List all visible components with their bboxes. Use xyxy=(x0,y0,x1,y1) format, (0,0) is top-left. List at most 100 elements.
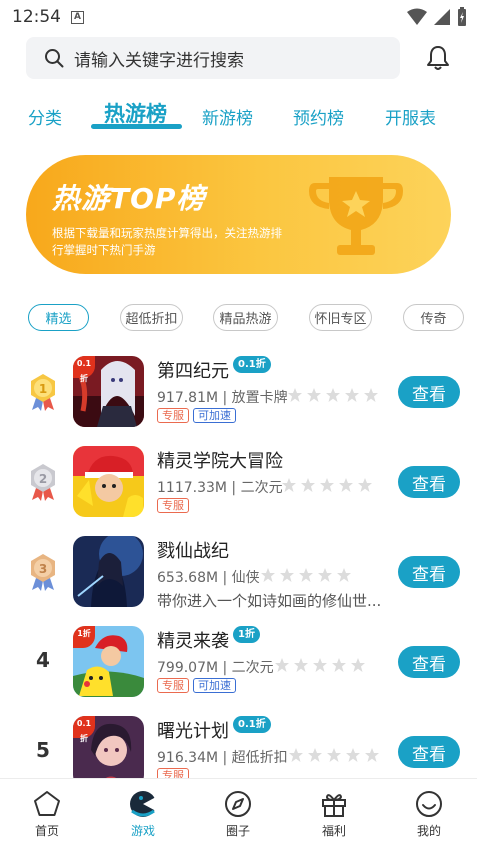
game-pacman-icon xyxy=(130,791,156,817)
rating-stars xyxy=(287,387,379,403)
filter-super-discount[interactable]: 超低折扣 xyxy=(120,304,183,331)
tag-exclusive-server: 专服 xyxy=(157,408,189,423)
game-meta: 799.07M | 二次元 xyxy=(157,660,274,676)
game-name: 精灵学院大冒险 xyxy=(157,451,283,472)
rating-stars xyxy=(288,747,380,763)
star-icon xyxy=(337,568,351,582)
status-time: 12:54 xyxy=(12,7,61,27)
filter-legend[interactable]: 传奇 xyxy=(403,304,464,331)
rating-stars xyxy=(274,657,366,673)
star-icon xyxy=(358,478,372,492)
star-icon xyxy=(365,748,379,762)
status-bar: 12:54 A xyxy=(0,0,477,34)
game-row[interactable]: 3 戮仙战纪 653.68M | 仙侠 带你进入一个如诗如画的修仙世... 查看 xyxy=(0,536,477,626)
home-pentagon-icon xyxy=(34,791,60,816)
discount-label: 0.1折 xyxy=(233,356,271,373)
tag-accelerate: 可加速 xyxy=(193,408,236,423)
tab-category[interactable]: 分类 xyxy=(28,104,62,129)
filter-quality-hot[interactable]: 精品热游 xyxy=(213,304,278,331)
svg-text:3: 3 xyxy=(39,562,47,576)
game-icon[interactable]: 1折 xyxy=(73,626,144,697)
game-tags: 专服 xyxy=(157,498,189,513)
view-button[interactable]: 查看 xyxy=(398,376,460,408)
bell-icon[interactable] xyxy=(424,44,452,72)
active-tab-indicator xyxy=(91,124,182,129)
view-button[interactable]: 查看 xyxy=(398,466,460,498)
game-row[interactable]: 2 精灵学院大冒险 1117.33M | 二次元 专服 查看 xyxy=(0,446,477,536)
game-icon[interactable] xyxy=(73,536,144,607)
silver-medal-icon: 2 xyxy=(31,464,55,501)
banner-title: 热游TOP榜 xyxy=(52,182,206,215)
game-name: 戮仙战纪 xyxy=(157,541,229,562)
search-icon xyxy=(45,49,64,68)
star-icon xyxy=(288,388,302,402)
nav-home[interactable]: 首页 xyxy=(17,789,77,839)
rating-stars xyxy=(281,477,373,493)
tag-exclusive-server: 专服 xyxy=(157,498,189,513)
game-name: 第四纪元 xyxy=(157,361,229,382)
nav-mine-label: 我的 xyxy=(416,824,441,838)
star-icon xyxy=(326,388,340,402)
star-icon xyxy=(294,658,308,672)
game-meta: 1117.33M | 二次元 xyxy=(157,480,283,496)
nav-home-label: 首页 xyxy=(34,824,59,838)
compass-icon xyxy=(225,791,251,817)
trophy-icon xyxy=(309,177,403,255)
status-indicators xyxy=(407,7,467,27)
rating-stars xyxy=(260,567,352,583)
gift-icon xyxy=(322,794,346,817)
game-tags: 专服 可加速 xyxy=(157,408,236,423)
gold-medal-icon: 1 xyxy=(31,374,55,411)
game-meta: 916.34M | 超低折扣 xyxy=(157,750,288,766)
svg-text:2: 2 xyxy=(39,472,47,486)
notification-a-icon: A xyxy=(71,10,84,24)
star-icon xyxy=(318,568,332,582)
discount-label: 0.1折 xyxy=(233,716,271,733)
star-icon xyxy=(261,568,275,582)
nav-welfare[interactable]: 福利 xyxy=(304,789,364,839)
game-row[interactable]: 4 1折 精灵来袭 1折 799.07M | 二次元 专服 可加速 查看 xyxy=(0,626,477,716)
star-icon xyxy=(345,388,359,402)
bottom-navigation: 首页 游戏 圈子 福利 我的 xyxy=(0,778,477,848)
tab-reservation[interactable]: 预约榜 xyxy=(293,104,344,129)
star-icon xyxy=(339,478,353,492)
search-input[interactable]: 请输入关键字进行搜索 xyxy=(26,37,400,79)
star-icon xyxy=(280,568,294,582)
nav-games-label: 游戏 xyxy=(130,824,155,838)
game-icon[interactable] xyxy=(73,446,144,517)
filter-featured[interactable]: 精选 xyxy=(28,304,89,331)
view-button[interactable]: 查看 xyxy=(398,556,460,588)
battery-icon xyxy=(458,7,466,26)
game-name: 曙光计划 xyxy=(157,721,229,742)
star-icon xyxy=(320,478,334,492)
rank-number: 4 xyxy=(36,648,50,672)
view-button[interactable]: 查看 xyxy=(398,736,460,768)
view-button[interactable]: 查看 xyxy=(398,646,460,678)
star-icon xyxy=(332,658,346,672)
discount-label: 1折 xyxy=(233,626,260,643)
star-icon xyxy=(289,748,303,762)
nav-circle-label: 圈子 xyxy=(225,824,250,838)
star-icon xyxy=(282,478,296,492)
game-icon[interactable]: 0.1折 xyxy=(73,716,144,787)
nav-circle[interactable]: 圈子 xyxy=(208,789,268,839)
smiley-icon xyxy=(416,791,442,817)
filter-retro-zone[interactable]: 怀旧专区 xyxy=(309,304,372,331)
star-icon xyxy=(275,658,289,672)
signal-icon xyxy=(434,9,450,25)
game-meta: 917.81M | 放置卡牌 xyxy=(157,390,288,406)
tab-new-games[interactable]: 新游榜 xyxy=(202,104,253,129)
game-icon[interactable]: 0.1折 xyxy=(73,356,144,427)
nav-mine[interactable]: 我的 xyxy=(399,789,459,839)
star-icon xyxy=(308,748,322,762)
hot-top-banner[interactable]: 热游TOP榜 根据下载量和玩家热度计算得出，关注热游排行掌握时下热门手游 xyxy=(26,155,451,274)
game-row[interactable]: 1 0.1折 第四纪元 0.1折 917.81M | 放置卡牌 专服 可加速 查… xyxy=(0,356,477,446)
rank-number: 5 xyxy=(36,738,50,762)
banner-description: 根据下载量和玩家热度计算得出，关注热游排行掌握时下热门手游 xyxy=(52,226,282,257)
star-icon xyxy=(307,388,321,402)
nav-games[interactable]: 游戏 xyxy=(113,789,173,839)
tag-accelerate: 可加速 xyxy=(193,678,236,693)
category-tabs: 分类 热游榜 新游榜 预约榜 开服表 xyxy=(0,98,477,138)
tab-server-schedule[interactable]: 开服表 xyxy=(385,104,436,129)
game-tags: 专服 可加速 xyxy=(157,678,236,693)
